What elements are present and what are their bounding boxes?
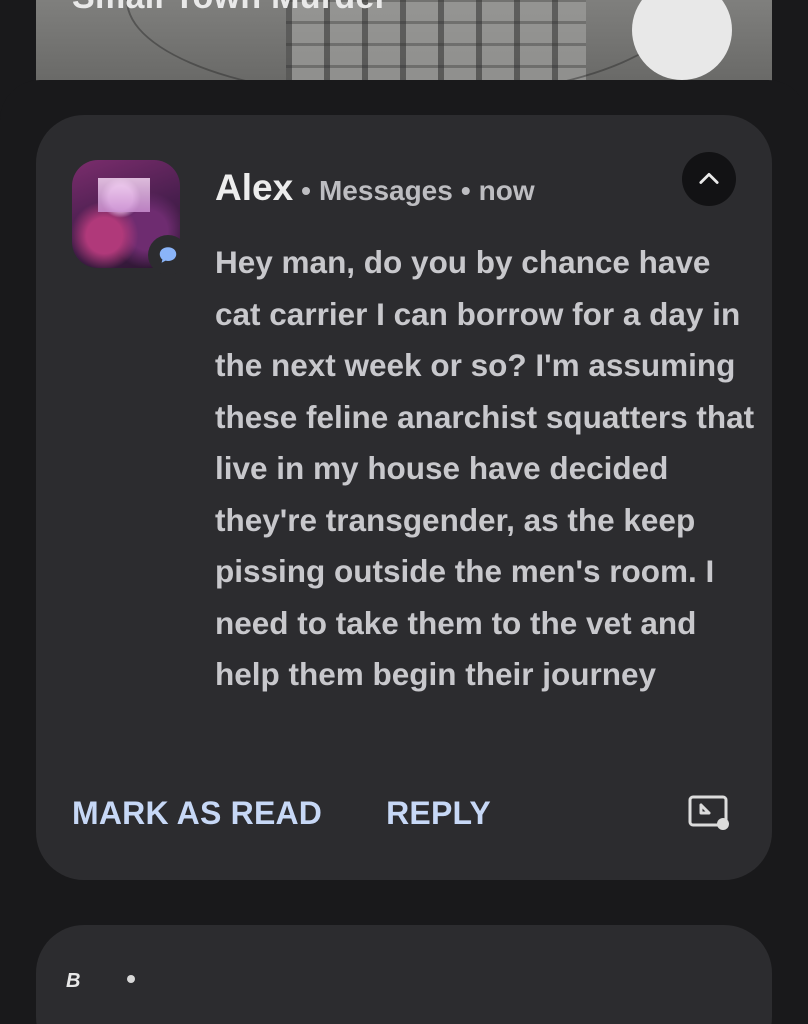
separator-dot: • — [301, 175, 311, 206]
play-button[interactable] — [632, 0, 732, 80]
collapsed-notification[interactable]: B — [36, 925, 772, 1024]
mark-as-read-button[interactable]: MARK AS READ — [72, 795, 322, 832]
chevron-up-icon — [699, 172, 719, 184]
media-title: Small Town Murder — [72, 0, 388, 17]
reply-button[interactable]: REPLY — [386, 795, 491, 832]
separator-dot — [127, 975, 135, 983]
app-name: Messages — [318, 175, 453, 206]
notification-header: Alex • Messages • now — [215, 167, 535, 209]
app-icon: B — [66, 970, 81, 992]
separator-dot: • — [460, 175, 471, 206]
timestamp: now — [478, 175, 535, 206]
messages-bubble-icon — [148, 235, 188, 275]
message-notification[interactable]: Alex • Messages • now Hey man, do you by… — [36, 115, 772, 880]
open-in-bubble-icon — [688, 795, 729, 830]
open-in-bubble-button[interactable] — [686, 793, 732, 833]
collapse-button[interactable] — [682, 152, 736, 206]
notification-actions: MARK AS READ REPLY — [72, 795, 555, 832]
sender-name: Alex — [215, 167, 294, 208]
message-body: Hey man, do you by chance have cat carri… — [215, 244, 755, 692]
